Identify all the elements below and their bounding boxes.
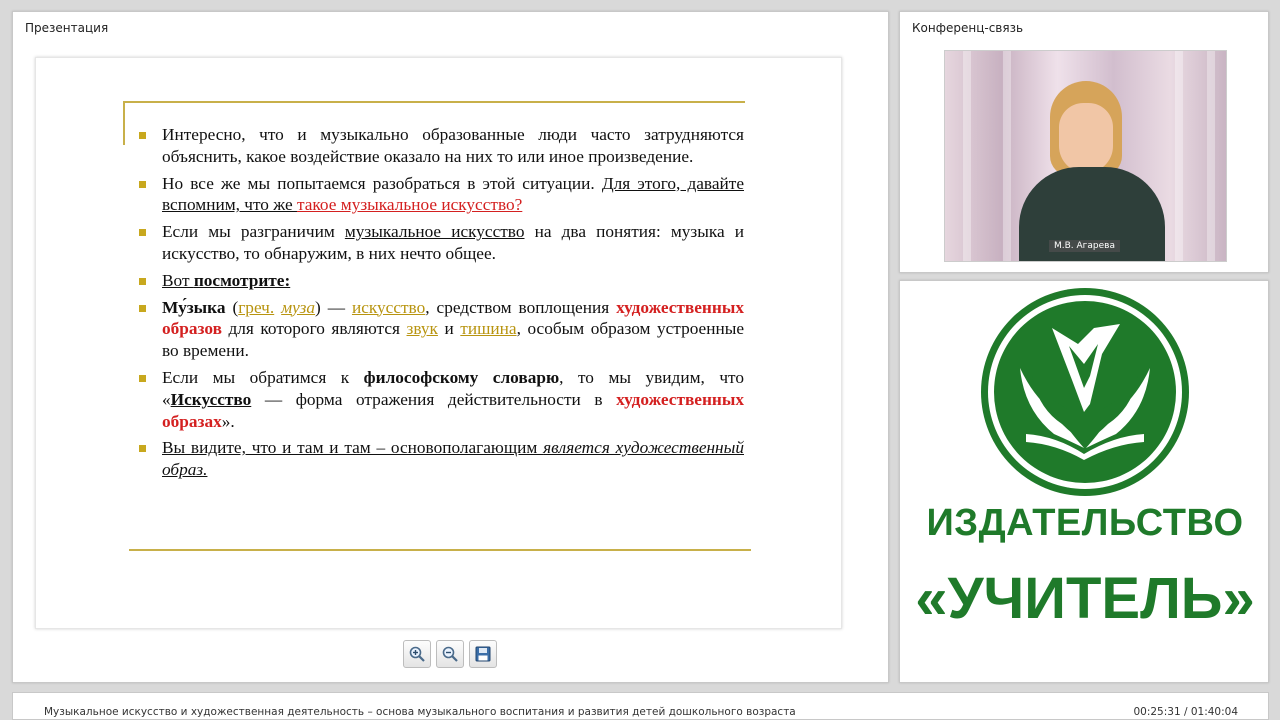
logo-text-line1: ИЗДАТЕЛЬСТВО bbox=[926, 502, 1244, 544]
slide-text-run: ) — bbox=[315, 297, 352, 317]
save-icon bbox=[475, 646, 491, 662]
slide-text-run: философскому словарю bbox=[363, 367, 560, 387]
bullet-marker-icon bbox=[139, 229, 146, 237]
slide-bullet: Если мы обратимся к философскому словарю… bbox=[136, 367, 744, 432]
slide-text-run: ( bbox=[225, 297, 239, 317]
slide-text-run: муза bbox=[281, 297, 316, 317]
slide-text-run: Му́зыка bbox=[162, 297, 226, 317]
conference-panel-title: Конференц-связь bbox=[912, 21, 1024, 35]
slide-bullet: Му́зыка (греч. муза) — искусство, средст… bbox=[136, 297, 744, 362]
slide-text-run: Если мы обратимся к bbox=[162, 367, 364, 387]
bullet-marker-icon bbox=[139, 374, 146, 382]
lecture-title: Музыкальное искусство и художественная д… bbox=[44, 706, 796, 718]
slide-bullet: Вы видите, что и там и там – основополаг… bbox=[136, 437, 744, 481]
slide-bullet: Интересно, что и музыкально образованные… bbox=[136, 124, 744, 168]
conference-panel: Конференц-связь М.В. Агарева bbox=[899, 11, 1269, 273]
slide-text-run: посмотрите: bbox=[193, 270, 291, 290]
slide-bullet-list: Интересно, что и музыкально образованные… bbox=[136, 124, 744, 486]
slide: Интересно, что и музыкально образованные… bbox=[35, 57, 842, 629]
slide-text-run: искусство bbox=[351, 297, 426, 317]
slide-text-run: , средством воплощения bbox=[425, 297, 617, 317]
bullet-marker-icon bbox=[139, 304, 146, 312]
presentation-panel-title: Презентация bbox=[25, 21, 109, 35]
slide-text-run: такое музыкальное искусство? bbox=[296, 195, 523, 215]
slide-text-run: музыкальное искусство bbox=[344, 222, 525, 242]
zoom-out-button[interactable] bbox=[436, 640, 464, 668]
logo-text-line2: «УЧИТЕЛЬ» bbox=[915, 566, 1255, 631]
zoom-in-button[interactable] bbox=[403, 640, 431, 668]
slide-left-rule bbox=[123, 101, 125, 145]
slide-text-run: Искусство bbox=[170, 389, 252, 409]
bullet-marker-icon bbox=[139, 180, 146, 188]
slide-text-run: ». bbox=[221, 411, 235, 431]
slide-text-run: греч. bbox=[238, 297, 275, 317]
slide-text-run: звук bbox=[406, 319, 438, 339]
slide-text-run: для которого являются bbox=[221, 319, 407, 339]
zoom-out-icon bbox=[442, 646, 458, 662]
footer-bar: Музыкальное искусство и художественная д… bbox=[12, 692, 1269, 720]
slide-text-run: Но все же мы попытаемся разобраться в эт… bbox=[162, 173, 602, 193]
webcam-video: М.В. Агарева bbox=[944, 50, 1227, 262]
save-button[interactable] bbox=[469, 640, 497, 668]
bullet-marker-icon bbox=[139, 132, 146, 139]
publisher-logo-panel: ИЗДАТЕЛЬСТВО «УЧИТЕЛЬ» bbox=[899, 280, 1269, 683]
zoom-in-icon bbox=[409, 646, 425, 662]
slide-bottom-rule bbox=[129, 549, 751, 551]
slide-text-run: Если мы разграничим bbox=[162, 222, 345, 242]
slide-bullet: Если мы разграничим музыкальное искусств… bbox=[136, 221, 744, 265]
slide-top-rule bbox=[123, 101, 745, 103]
presentation-panel: Презентация Интересно, что и музыкально … bbox=[12, 11, 889, 683]
participant-name-tag: М.В. Агарева bbox=[1049, 240, 1120, 252]
slide-text-run: — форма отражения действительности в bbox=[251, 389, 617, 409]
slide-text-run: и bbox=[437, 319, 461, 339]
bullet-marker-icon bbox=[139, 445, 146, 453]
slide-toolbar bbox=[403, 640, 497, 668]
bullet-marker-icon bbox=[139, 277, 146, 285]
publisher-logo-icon bbox=[981, 288, 1189, 496]
slide-text-run: Интересно, что и музыкально образованные… bbox=[162, 125, 744, 166]
playback-time: 00:25:31 / 01:40:04 bbox=[1133, 706, 1238, 718]
slide-text-run: Вы видите, что и там и там – основополаг… bbox=[162, 438, 544, 458]
slide-text-run: Вот bbox=[162, 270, 194, 290]
slide-bullet: Но все же мы попытаемся разобраться в эт… bbox=[136, 173, 744, 217]
slide-bullet: Вот посмотрите: bbox=[136, 270, 744, 292]
slide-text-run: тишина bbox=[460, 319, 517, 339]
